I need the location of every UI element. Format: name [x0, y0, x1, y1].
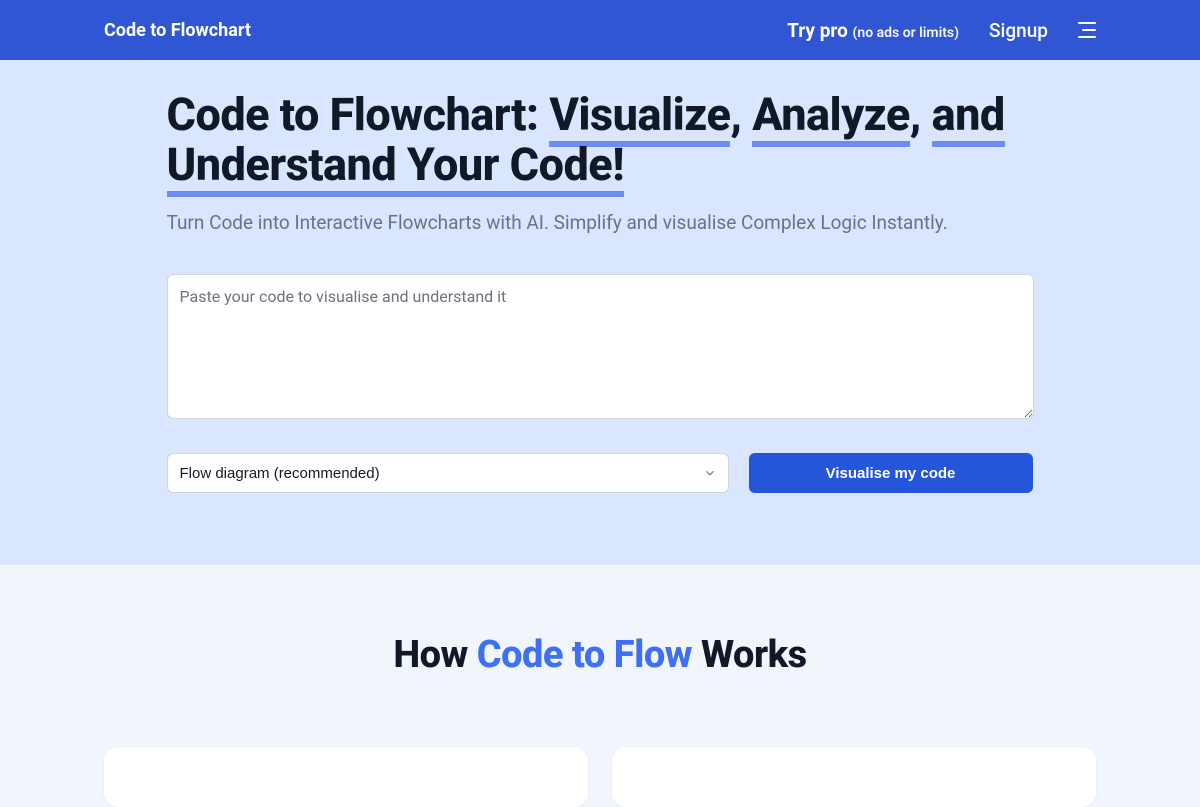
- how-accent: Code to Flow: [477, 633, 692, 677]
- hero-section: Code to Flowchart: Visualize, Analyze, a…: [0, 60, 1200, 565]
- cards-row: [0, 747, 1200, 807]
- heading-text-prefix: Code to Flowchart:: [167, 88, 550, 141]
- how-prefix: How: [393, 633, 476, 677]
- heading-text-mid2: ,: [910, 88, 932, 141]
- try-pro-sublabel: (no ads or limits): [853, 25, 960, 41]
- diagram-type-select[interactable]: Flow diagram (recommended): [167, 453, 729, 493]
- heading-underline-2: Analyze: [752, 88, 910, 147]
- try-pro-label: Try pro: [787, 19, 848, 42]
- header: Code to Flowchart Try pro (no ads or lim…: [0, 0, 1200, 60]
- subheading: Turn Code into Interactive Flowcharts wi…: [167, 211, 1034, 234]
- how-suffix: Works: [692, 633, 807, 677]
- how-it-works-section: How Code to Flow Works: [0, 565, 1200, 807]
- page-title: Code to Flowchart: Visualize, Analyze, a…: [167, 90, 1034, 189]
- controls-row: Flow diagram (recommended) Visualise my …: [167, 453, 1034, 493]
- how-heading: How Code to Flow Works: [0, 633, 1200, 677]
- code-input[interactable]: [167, 274, 1034, 419]
- header-nav: Try pro (no ads or limits) Signup: [787, 19, 1096, 42]
- info-card: [612, 747, 1096, 807]
- diagram-type-select-wrap: Flow diagram (recommended): [167, 453, 729, 493]
- hamburger-menu-icon[interactable]: [1078, 22, 1096, 38]
- logo[interactable]: Code to Flowchart: [104, 20, 251, 41]
- info-card: [104, 747, 588, 807]
- heading-text-mid1: ,: [730, 88, 752, 141]
- try-pro-link[interactable]: Try pro (no ads or limits): [787, 19, 959, 42]
- visualise-button[interactable]: Visualise my code: [749, 453, 1033, 493]
- signup-link[interactable]: Signup: [989, 19, 1048, 42]
